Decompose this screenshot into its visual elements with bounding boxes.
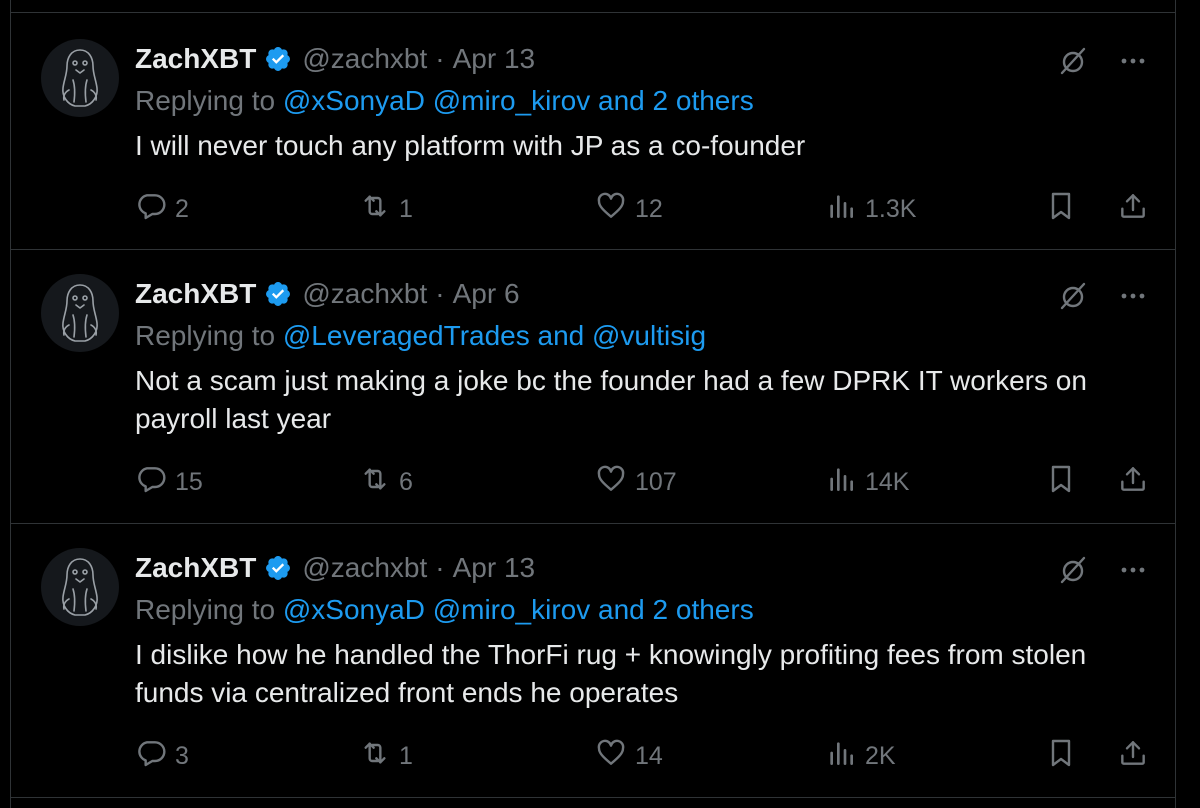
reply-button[interactable]: 2: [135, 189, 189, 229]
grok-icon[interactable]: [1057, 45, 1089, 77]
share-icon: [1117, 463, 1149, 502]
more-icon[interactable]: [1117, 554, 1149, 586]
separator-dot: ·: [435, 552, 445, 583]
bookmark-icon: [1045, 737, 1077, 776]
reply-count: 3: [175, 741, 189, 770]
replying-to-links[interactable]: @LeveragedTrades and @vultisig: [283, 320, 706, 351]
replying-to-label: Replying to: [135, 320, 276, 351]
tweet[interactable]: ZachXBT @zachxbt · Apr 6 Replying to @Levera…: [11, 250, 1175, 524]
handle[interactable]: @zachxbt: [302, 552, 427, 584]
bookmark-button[interactable]: [1045, 189, 1077, 229]
heart-icon: [595, 737, 635, 776]
retweet-count: 1: [399, 194, 413, 223]
replying-to: Replying to @LeveragedTrades and @vultis…: [135, 320, 706, 352]
retweet-icon: [359, 190, 399, 229]
grok-icon[interactable]: [1057, 280, 1089, 312]
views-count: 14K: [865, 467, 910, 496]
views-icon: [825, 737, 865, 776]
tweet-text: I will never touch any platform with JP …: [135, 130, 806, 161]
tweet-header: ZachXBT @zachxbt · Apr 6: [135, 276, 520, 312]
like-count: 12: [635, 194, 663, 223]
retweet-count: 6: [399, 467, 413, 496]
handle[interactable]: @zachxbt: [302, 43, 427, 75]
reply-icon: [135, 737, 175, 776]
views-icon: [825, 190, 865, 229]
retweet-button[interactable]: 6: [359, 462, 413, 502]
bookmark-button[interactable]: [1045, 736, 1077, 776]
tweet-header: ZachXBT @zachxbt · Apr 13: [135, 550, 535, 586]
retweet-button[interactable]: 1: [359, 189, 413, 229]
share-button[interactable]: [1117, 462, 1149, 502]
heart-icon: [595, 190, 635, 229]
bookmark-icon: [1045, 190, 1077, 229]
reply-icon: [135, 463, 175, 502]
timeline: ZachXBT @zachxbt · Apr 13 Replying to @xSony…: [10, 0, 1176, 808]
retweet-count: 1: [399, 741, 413, 770]
like-count: 14: [635, 741, 663, 770]
reply-icon: [135, 190, 175, 229]
replying-to-links[interactable]: @xSonyaD @miro_kirov and 2 others: [283, 85, 754, 116]
display-name[interactable]: ZachXBT: [135, 552, 256, 584]
tweet-actions: 2 1 12 1.3K: [135, 189, 1149, 229]
more-icon[interactable]: [1117, 45, 1149, 77]
more-icon[interactable]: [1117, 280, 1149, 312]
share-icon: [1117, 190, 1149, 229]
views-count: 2K: [865, 741, 896, 770]
display-name[interactable]: ZachXBT: [135, 43, 256, 75]
views-button[interactable]: 2K: [825, 736, 896, 776]
reply-count: 2: [175, 194, 189, 223]
replying-to-label: Replying to: [135, 85, 276, 116]
tweet-date[interactable]: Apr 6: [453, 278, 520, 310]
avatar[interactable]: [41, 548, 119, 626]
tweet[interactable]: ZachXBT @zachxbt · Apr 13 Replying to @xSony…: [11, 524, 1175, 798]
like-button[interactable]: 107: [595, 462, 677, 502]
reply-button[interactable]: 3: [135, 736, 189, 776]
tweet-date[interactable]: Apr 13: [453, 43, 536, 75]
replying-to-label: Replying to: [135, 594, 276, 625]
reply-button[interactable]: 15: [135, 462, 203, 502]
like-count: 107: [635, 467, 677, 496]
views-count: 1.3K: [865, 194, 917, 223]
tweet-text: I dislike how he handled the ThorFi rug …: [135, 639, 1087, 708]
verified-badge-icon: [264, 45, 292, 73]
handle[interactable]: @zachxbt: [302, 278, 427, 310]
share-button[interactable]: [1117, 736, 1149, 776]
separator-dot: ·: [435, 278, 445, 309]
heart-icon: [595, 463, 635, 502]
bookmark-icon: [1045, 463, 1077, 502]
tweet[interactable]: ZachXBT @zachxbt · Apr 13 Replying to @xSony…: [11, 12, 1175, 250]
views-icon: [825, 463, 865, 502]
retweet-icon: [359, 737, 399, 776]
verified-badge-icon: [264, 280, 292, 308]
like-button[interactable]: 14: [595, 736, 663, 776]
avatar[interactable]: [41, 39, 119, 117]
tweet-actions: 3 1 14 2K: [135, 736, 1149, 776]
avatar[interactable]: [41, 274, 119, 352]
retweet-icon: [359, 463, 399, 502]
tweet-text: Not a scam just making a joke bc the fou…: [135, 365, 1087, 434]
replying-to: Replying to @xSonyaD @miro_kirov and 2 o…: [135, 594, 754, 626]
grok-icon[interactable]: [1057, 554, 1089, 586]
like-button[interactable]: 12: [595, 189, 663, 229]
reply-count: 15: [175, 467, 203, 496]
tweet-actions: 15 6 107 14K: [135, 462, 1149, 502]
views-button[interactable]: 14K: [825, 462, 909, 502]
tweet-date[interactable]: Apr 13: [453, 552, 536, 584]
replying-to: Replying to @xSonyaD @miro_kirov and 2 o…: [135, 85, 754, 117]
views-button[interactable]: 1.3K: [825, 189, 916, 229]
bookmark-button[interactable]: [1045, 462, 1077, 502]
separator-dot: ·: [435, 43, 445, 74]
tweet-header: ZachXBT @zachxbt · Apr 13: [135, 41, 535, 77]
verified-badge-icon: [264, 554, 292, 582]
share-icon: [1117, 737, 1149, 776]
replying-to-links[interactable]: @xSonyaD @miro_kirov and 2 others: [283, 594, 754, 625]
share-button[interactable]: [1117, 189, 1149, 229]
display-name[interactable]: ZachXBT: [135, 278, 256, 310]
retweet-button[interactable]: 1: [359, 736, 413, 776]
